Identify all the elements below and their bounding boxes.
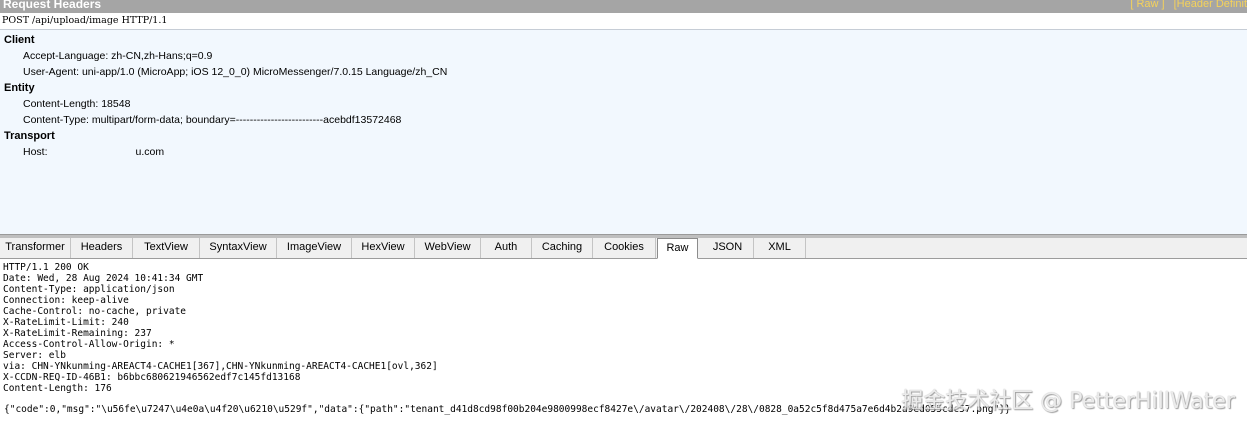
- response-json-body: {"code":0,"msg":"\u56fe\u7247\u4e0a\u4f2…: [4, 404, 1011, 415]
- tab-hexview[interactable]: HexView: [352, 238, 415, 258]
- tab-cookies[interactable]: Cookies: [593, 238, 656, 258]
- header-content-type[interactable]: Content-Type: multipart/form-data; bound…: [23, 114, 401, 126]
- tab-webview[interactable]: WebView: [415, 238, 481, 258]
- watermark: 掘金技术社区 @ PetterHillWater: [901, 389, 1235, 414]
- redacted-host: [47, 147, 136, 158]
- header-links: [ Raw ] [Header Definit: [1124, 0, 1247, 10]
- request-headers-tree[interactable]: Client Accept-Language: zh-CN,zh-Hans;q=…: [0, 30, 1247, 234]
- group-transport[interactable]: Transport: [4, 130, 55, 142]
- raw-link[interactable]: [ Raw ]: [1130, 0, 1164, 10]
- header-user-agent[interactable]: User-Agent: uni-app/1.0 (MicroApp; iOS 1…: [23, 66, 447, 78]
- tab-transformer[interactable]: Transformer: [0, 238, 71, 258]
- header-definitions-link[interactable]: [Header Definit: [1174, 0, 1247, 10]
- header-host[interactable]: Host: u.com: [23, 146, 164, 158]
- tab-json[interactable]: JSON: [702, 238, 754, 258]
- tab-auth[interactable]: Auth: [481, 238, 532, 258]
- request-headers-titlebar: Request Headers [ Raw ] [Header Definit: [0, 0, 1247, 13]
- response-header-line: Cache-Control: no-cache, private: [3, 306, 187, 317]
- tab-headers[interactable]: Headers: [71, 238, 133, 258]
- tab-syntaxview[interactable]: SyntaxView: [200, 238, 277, 258]
- host-suffix: u.com: [135, 146, 165, 158]
- group-client[interactable]: Client: [4, 34, 35, 46]
- response-header-line: Content-Type: application/json: [3, 284, 175, 295]
- header-accept-language[interactable]: Accept-Language: zh-CN,zh-Hans;q=0.9: [23, 50, 212, 62]
- response-header-line: via: CHN-YNkunming-AREACT4-CACHE1[367],C…: [3, 361, 438, 372]
- response-header-line: Access-Control-Allow-Origin: *: [3, 339, 175, 350]
- response-tabbar: Transformer Headers TextView SyntaxView …: [0, 238, 1247, 259]
- tab-caching[interactable]: Caching: [532, 238, 593, 258]
- response-header-line: Server: elb: [3, 350, 66, 361]
- request-line: POST /api/upload/image HTTP/1.1: [0, 13, 1247, 30]
- host-label: Host:: [23, 146, 48, 158]
- tab-imageview[interactable]: ImageView: [277, 238, 352, 258]
- response-header-line: Date: Wed, 28 Aug 2024 10:41:34 GMT: [3, 273, 204, 284]
- header-content-length[interactable]: Content-Length: 18548: [23, 98, 130, 110]
- tab-raw[interactable]: Raw: [657, 238, 698, 259]
- response-header-line: X-RateLimit-Remaining: 237: [3, 328, 152, 339]
- response-header-line: Connection: keep-alive: [3, 295, 129, 306]
- response-header-line: X-CCDN-REQ-ID-46B1: b6bbc680621946562edf…: [3, 372, 301, 383]
- response-header-line: X-RateLimit-Limit: 240: [3, 317, 129, 328]
- response-header-line: Content-Length: 176: [3, 383, 112, 394]
- tab-textview[interactable]: TextView: [133, 238, 200, 258]
- response-status-line: HTTP/1.1 200 OK: [3, 262, 89, 273]
- tab-xml[interactable]: XML: [754, 238, 806, 258]
- panel-title: Request Headers: [3, 0, 102, 11]
- group-entity[interactable]: Entity: [4, 82, 35, 94]
